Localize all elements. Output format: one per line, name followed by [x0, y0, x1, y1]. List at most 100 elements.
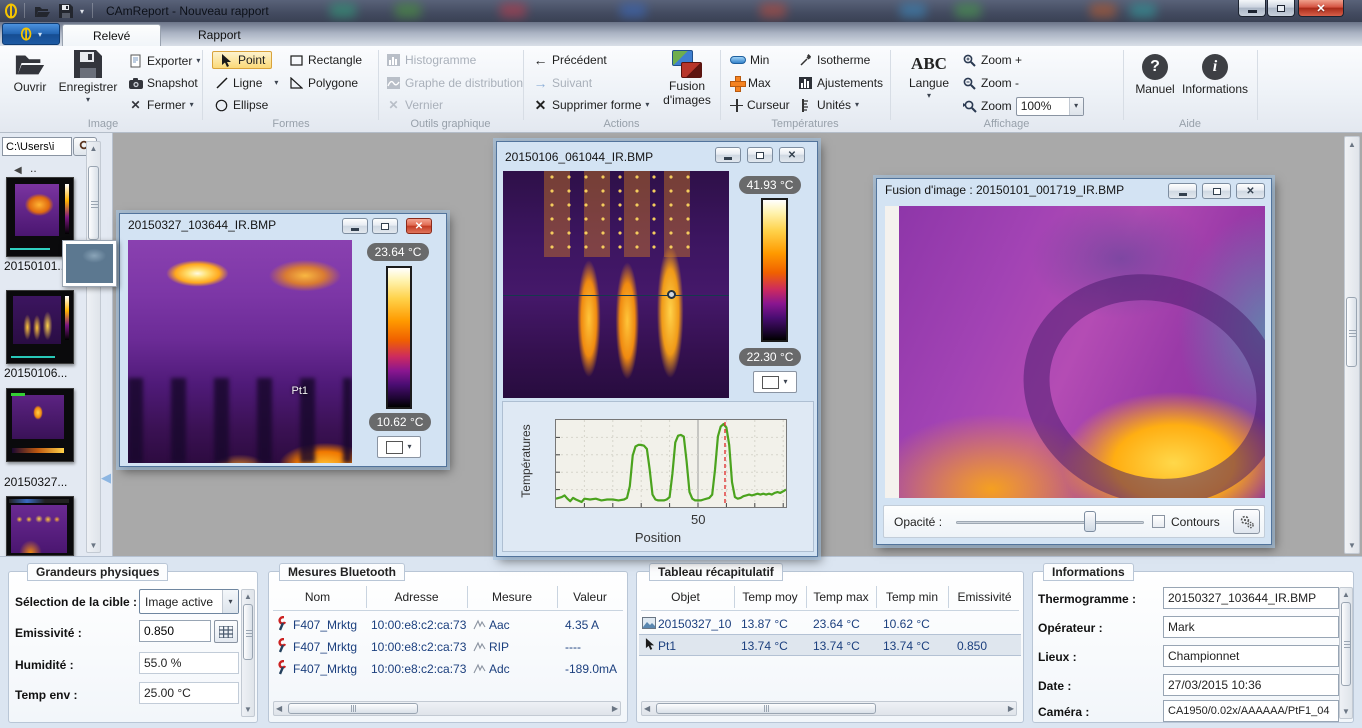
grandeurs-scrollbar[interactable]: ▲ ▼	[241, 589, 255, 717]
minimize-button[interactable]	[1238, 0, 1266, 17]
palette-dropdown[interactable]: ▾	[377, 436, 421, 458]
date-field[interactable]: 27/03/2015 10:36	[1163, 674, 1339, 696]
humidity-field[interactable]: 55.0 %	[139, 652, 239, 674]
close-button[interactable]: ✕	[1298, 0, 1344, 17]
child-restore-button[interactable]	[1202, 183, 1231, 199]
contours-checkbox[interactable]	[1152, 515, 1165, 528]
recap-hscrollbar[interactable]: ◀ ▶	[641, 701, 1017, 716]
previous-button[interactable]: ← Précédent	[533, 51, 607, 69]
canvas-scroll-thumb[interactable]	[1346, 297, 1357, 367]
path-input[interactable]	[2, 137, 72, 156]
scroll-down-icon[interactable]: ▼	[1340, 705, 1352, 718]
save-button[interactable]: Enregistrer ▾	[54, 50, 122, 104]
child-minimize-button[interactable]	[715, 147, 741, 163]
line-handle[interactable]	[667, 290, 676, 299]
bluetooth-hscrollbar[interactable]: ◀ ▶	[273, 701, 621, 716]
adjustments-button[interactable]: Ajustements	[798, 74, 883, 92]
scroll-up-icon[interactable]: ▲	[1345, 138, 1359, 151]
column-header-valeur[interactable]: Valeur	[557, 590, 623, 604]
canvas-vertical-scrollbar[interactable]: ▲ ▼	[1344, 136, 1360, 554]
scroll-right-icon[interactable]: ▶	[1008, 702, 1014, 715]
isotherm-button[interactable]: Isotherme	[798, 51, 870, 69]
column-header-temp-moy[interactable]: Temp moy	[734, 590, 806, 604]
column-header-objet[interactable]: Objet	[637, 590, 734, 604]
distribution-graph-button[interactable]: Graphe de distribution	[386, 74, 523, 92]
fusion-thermal-image[interactable]	[885, 206, 1265, 498]
thermal-image[interactable]: Pt1	[128, 240, 352, 463]
sidebar-scroll-down-icon[interactable]: ▼	[87, 539, 100, 552]
language-button[interactable]: ABC Langue ▾	[906, 54, 952, 100]
child-restore-button[interactable]	[747, 147, 773, 163]
app-menu-button[interactable]: ▾	[2, 23, 60, 45]
max-button[interactable]: Max	[730, 74, 771, 92]
fusion-window[interactable]: Fusion d'image : 20150101_001719_IR.BMP …	[876, 178, 1272, 545]
scroll-up-icon[interactable]: ▲	[242, 590, 254, 603]
camera-field[interactable]: CA1950/0.02x/AAAAAA/PtF1_04	[1163, 700, 1339, 722]
titlebar[interactable]: ▾ CAmReport - Nouveau rapport ✕	[0, 0, 1362, 22]
zoom-level-combobox[interactable]: 100% ▾	[1016, 97, 1084, 116]
snapshot-button[interactable]: Snapshot	[128, 74, 198, 92]
operator-field[interactable]: Mark	[1163, 616, 1339, 638]
thumbnail-20150327[interactable]	[6, 388, 74, 462]
scroll-down-icon[interactable]: ▼	[1345, 539, 1359, 552]
child-close-button[interactable]: ✕	[406, 218, 432, 234]
fusion-settings-button[interactable]	[1233, 509, 1260, 534]
child-close-button[interactable]: ✕	[779, 147, 805, 163]
informations-scrollbar[interactable]: ▲ ▼	[1339, 587, 1353, 719]
emissivity-input[interactable]	[139, 620, 211, 642]
polygon-tool-button[interactable]: Polygone	[289, 74, 358, 92]
line-measure-tool[interactable]	[503, 295, 729, 296]
column-header-adresse[interactable]: Adresse	[366, 590, 467, 604]
nav-up-label[interactable]: ..	[30, 161, 37, 175]
export-button[interactable]: Exporter ▾	[128, 52, 200, 70]
thermogram-field[interactable]: 20150327_103644_IR.BMP	[1163, 587, 1339, 609]
sidebar-scroll-thumb[interactable]	[88, 166, 99, 240]
sidebar-collapse-icon[interactable]: ◀	[101, 463, 113, 493]
child-minimize-button[interactable]	[342, 218, 368, 234]
column-header-temp-max[interactable]: Temp max	[806, 590, 876, 604]
image-fusion-button[interactable]: Fusion d'images	[661, 50, 713, 108]
nav-back-icon[interactable]: ◀	[14, 165, 22, 176]
open-button[interactable]: Ouvrir	[8, 50, 52, 94]
quick-save-icon[interactable]	[56, 2, 76, 20]
restore-button[interactable]	[1267, 0, 1295, 17]
scroll-thumb[interactable]	[288, 703, 418, 714]
informations-button[interactable]: i Informations	[1179, 54, 1251, 96]
tab-releve[interactable]: Relevé	[62, 24, 161, 46]
close-image-button[interactable]: ✕ Fermer ▾	[128, 96, 194, 114]
palette-dropdown[interactable]: ▾	[753, 371, 797, 393]
scroll-left-icon[interactable]: ◀	[644, 702, 650, 715]
scroll-down-icon[interactable]: ▼	[242, 703, 254, 716]
visible-photo-popup[interactable]	[62, 240, 117, 287]
scroll-thumb[interactable]	[656, 703, 876, 714]
scroll-left-icon[interactable]: ◀	[276, 702, 282, 715]
quick-open-icon[interactable]	[32, 2, 52, 20]
sidebar-scrollbar[interactable]: ▲ ▼	[86, 141, 101, 553]
image-window-20150106[interactable]: 20150106_061044_IR.BMP ✕ 41.93 °C 22.30 …	[496, 141, 818, 557]
rectangle-tool-button[interactable]: Rectangle	[289, 51, 362, 69]
image-window-20150327[interactable]: 20150327_103644_IR.BMP ✕ Pt1 23.64 °C 10…	[119, 213, 447, 467]
vernier-button[interactable]: ✕ Vernier	[386, 96, 443, 114]
thermal-image[interactable]	[503, 171, 729, 398]
temp-env-field[interactable]: 25.00 °C	[139, 682, 239, 704]
child-close-button[interactable]: ✕	[1236, 183, 1265, 199]
next-button[interactable]: → Suivant	[533, 74, 592, 92]
target-select[interactable]: Image active ▾	[139, 589, 239, 614]
zoom-out-button[interactable]: Zoom -	[962, 74, 1019, 92]
location-field[interactable]: Championnet	[1163, 645, 1339, 667]
child-minimize-button[interactable]	[1168, 183, 1197, 199]
thumbnail-partial[interactable]	[6, 496, 74, 556]
point-tool-button[interactable]: Point	[212, 51, 272, 69]
line-tool-button[interactable]: Ligne ▾	[214, 74, 278, 92]
sidebar-scroll-up-icon[interactable]: ▲	[87, 142, 100, 155]
scroll-up-icon[interactable]: ▲	[1340, 588, 1352, 601]
column-header-temp-min[interactable]: Temp min	[876, 590, 948, 604]
thumbnail-20150106[interactable]	[6, 290, 74, 364]
save-dropdown-icon[interactable]: ▾	[86, 96, 90, 104]
quickbar-dropdown-icon[interactable]: ▾	[76, 2, 88, 20]
units-button[interactable]: Unités ▾	[798, 96, 859, 114]
child-restore-button[interactable]	[372, 218, 398, 234]
column-header-nom[interactable]: Nom	[269, 590, 366, 604]
opacity-slider-track[interactable]	[956, 521, 1144, 524]
delete-shape-button[interactable]: ✕ Supprimer forme ▾	[533, 96, 649, 114]
